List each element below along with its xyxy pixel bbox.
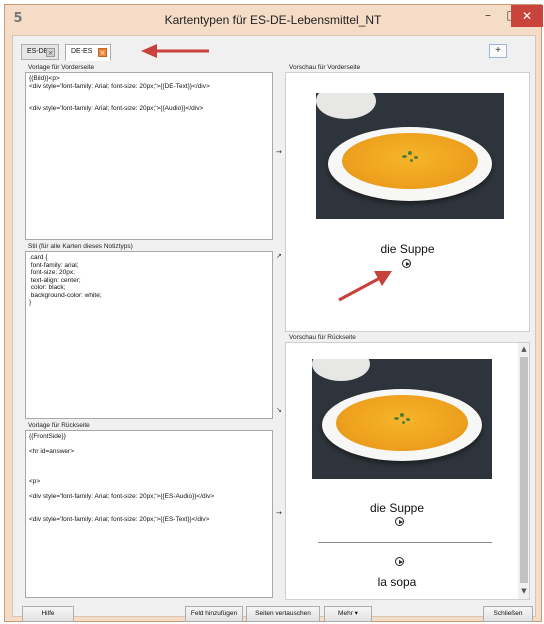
styling-editor[interactable]: .card { font-family: arial; font-size: 2… xyxy=(25,251,273,419)
front-preview: die Suppe xyxy=(285,72,530,332)
back-preview-label: Vorschau für Rückseite xyxy=(289,334,356,341)
front-preview-label: Vorschau für Vorderseite xyxy=(289,64,361,71)
help-button[interactable]: Hilfe xyxy=(22,606,74,622)
front-template-editor[interactable]: {{Bild}}<p> <div style='font-family: Ari… xyxy=(25,72,273,240)
annotation-arrow-play xyxy=(338,271,392,302)
soup-image xyxy=(312,359,492,479)
tab-de-es[interactable]: DE-ES × xyxy=(65,44,111,61)
swap-sides-button[interactable]: Seiten vertauschen xyxy=(246,606,320,622)
add-tab-button[interactable]: + xyxy=(489,44,507,58)
window-title: Kartentypen für ES-DE-Lebensmittel_NT xyxy=(164,13,382,27)
audio-play-icon[interactable] xyxy=(395,517,404,526)
arrow-right-icon: → xyxy=(276,509,282,517)
dialog-body: ES-DE × DE-ES × + Vorlage für Vorderseit… xyxy=(12,35,536,622)
more-button[interactable]: Mehr ▾ xyxy=(324,606,372,622)
back-preview: die Suppe la sopa ▲ ▼ xyxy=(285,342,530,600)
close-button[interactable]: Schließen xyxy=(483,606,533,622)
window: 5 Kartentypen für ES-DE-Lebensmittel_NT … xyxy=(4,4,543,622)
arrow-down-right-icon: ↘ xyxy=(276,406,282,414)
minimize-icon[interactable]: – xyxy=(475,5,501,27)
close-icon[interactable]: ✕ xyxy=(511,5,543,27)
arrow-up-right-icon: ↗ xyxy=(276,252,282,260)
audio-play-icon[interactable] xyxy=(395,557,404,566)
card-word-front: die Suppe xyxy=(369,501,425,515)
scroll-up-icon[interactable]: ▲ xyxy=(518,345,529,353)
title-bar: 5 Kartentypen für ES-DE-Lebensmittel_NT … xyxy=(5,5,543,33)
card-word-front: die Suppe xyxy=(380,242,435,256)
scroll-thumb[interactable] xyxy=(520,357,528,583)
answer-divider xyxy=(318,542,492,543)
preview-scrollbar[interactable]: ▲ ▼ xyxy=(518,343,529,599)
scroll-down-icon[interactable]: ▼ xyxy=(518,587,529,595)
card-word-back: la sopa xyxy=(377,575,417,589)
styling-label: Stil (für alle Karten dieses Notiztyps) xyxy=(28,243,133,250)
annotation-arrow-tabs xyxy=(141,44,209,58)
tab-es-de[interactable]: ES-DE × xyxy=(21,44,59,60)
arrow-right-icon: → xyxy=(276,148,282,156)
soup-image xyxy=(316,93,504,219)
audio-play-icon[interactable] xyxy=(402,259,411,268)
tab-close-icon[interactable]: × xyxy=(98,48,107,57)
tab-close-icon[interactable]: × xyxy=(46,48,55,57)
add-field-button[interactable]: Feld hinzufügen xyxy=(185,606,243,622)
back-template-editor[interactable]: {{FrontSide}} <hr id=answer> <p> <div st… xyxy=(25,430,273,598)
front-template-label: Vorlage für Vorderseite xyxy=(28,64,95,71)
tab-label: DE-ES xyxy=(71,48,93,55)
back-template-label: Vorlage für Rückseite xyxy=(28,422,90,429)
